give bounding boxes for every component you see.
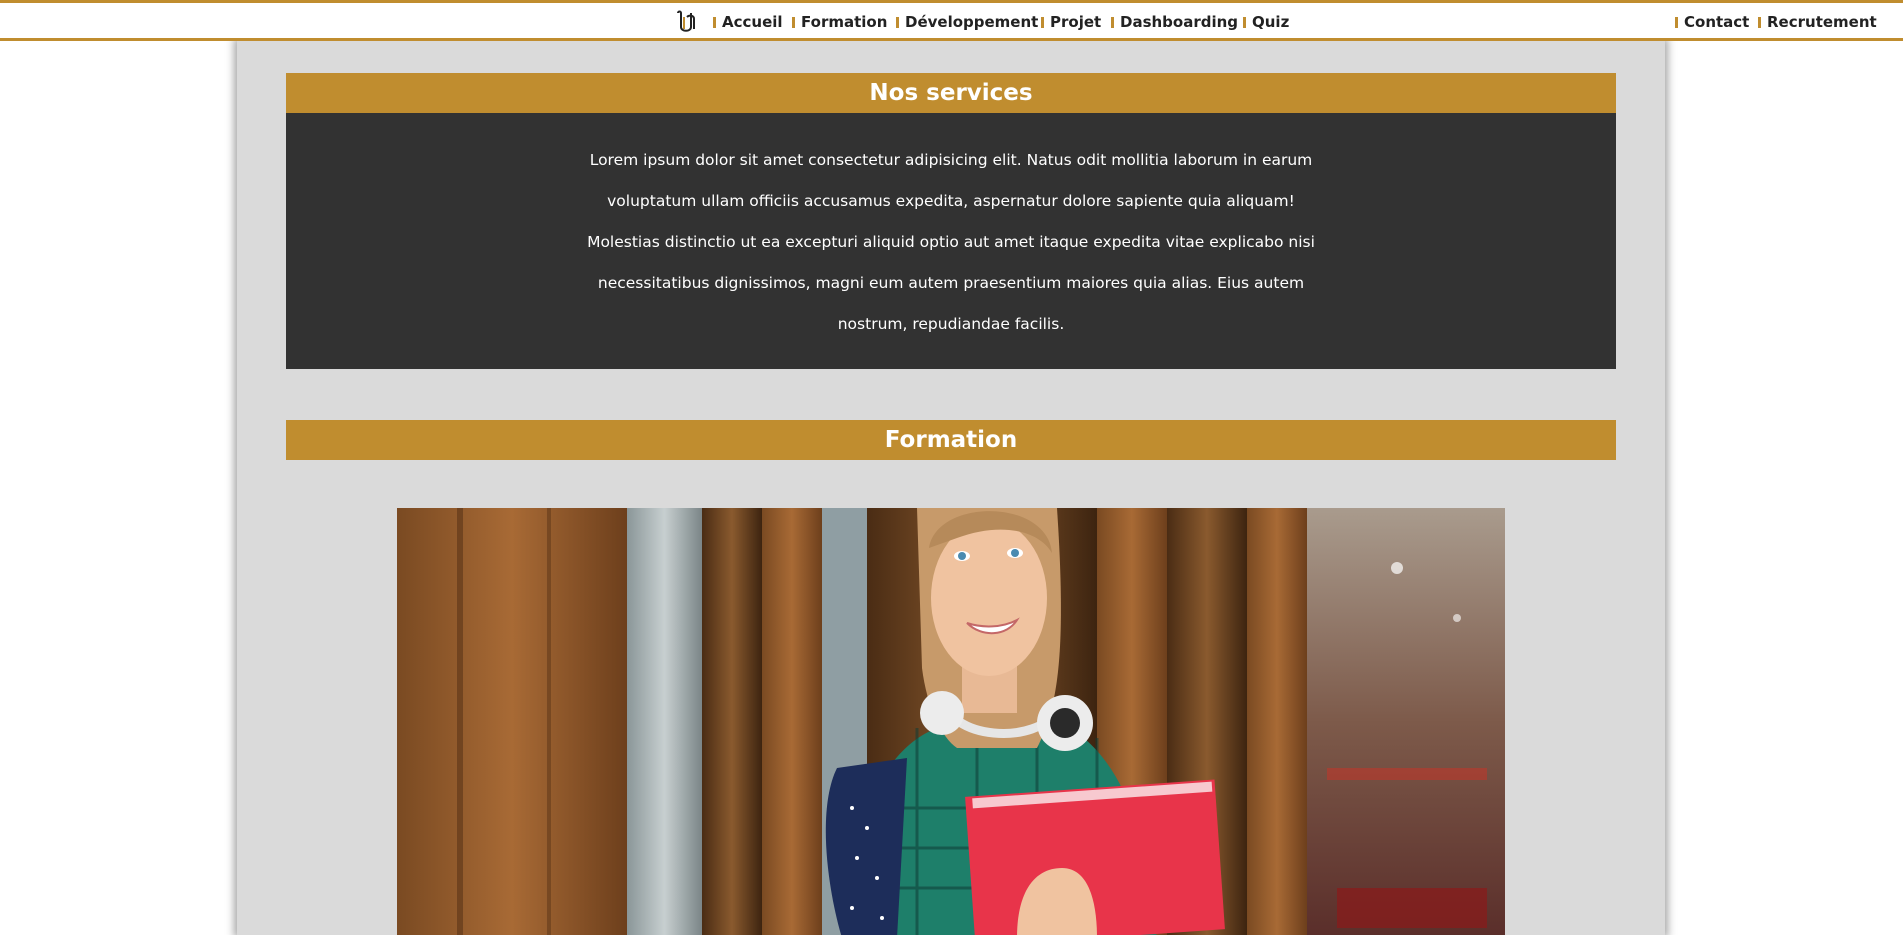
- nav-link-label: Formation: [801, 13, 888, 31]
- nav-link-formation[interactable]: Formation: [792, 12, 887, 32]
- top-navbar: Accueil Formation Développement Projet D…: [0, 0, 1903, 41]
- nav-link-accueil[interactable]: Accueil: [713, 12, 783, 32]
- formation-photo: [397, 508, 1505, 935]
- services-header: Nos services: [286, 73, 1616, 113]
- nav-link-label: Développement: [905, 13, 1039, 31]
- nav-link-label: Projet: [1050, 13, 1102, 31]
- nav-link-dashboarding[interactable]: Dashboarding: [1111, 12, 1238, 32]
- student-photo-illustration: [397, 508, 1505, 935]
- nav-separator: [1675, 16, 1678, 28]
- services-text: Lorem ipsum dolor sit amet consectetur a…: [587, 151, 1315, 333]
- nav-link-developpement[interactable]: Développement: [896, 12, 1038, 32]
- logo-icon[interactable]: [675, 9, 697, 35]
- nav-separator: [1041, 16, 1044, 28]
- nav-separator: [896, 16, 899, 28]
- services-panel: Lorem ipsum dolor sit amet consectetur a…: [286, 113, 1616, 369]
- nav-link-label: Recrutement: [1767, 13, 1877, 31]
- formation-header: Formation: [286, 420, 1616, 460]
- nav-separator: [713, 16, 716, 28]
- nav-link-label: Accueil: [722, 13, 783, 31]
- nav-separator: [792, 16, 795, 28]
- nav-link-label: Quiz: [1252, 13, 1290, 31]
- nav-link-projet[interactable]: Projet: [1041, 12, 1101, 32]
- nav-link-recrutement[interactable]: Recrutement: [1758, 12, 1877, 32]
- nav-separator: [1758, 16, 1761, 28]
- main-content: Nos services Lorem ipsum dolor sit amet …: [237, 41, 1665, 935]
- nav-link-label: Contact: [1684, 13, 1750, 31]
- nav-link-contact[interactable]: Contact: [1675, 12, 1749, 32]
- nav-link-quiz[interactable]: Quiz: [1243, 12, 1289, 32]
- nav-separator: [1111, 16, 1114, 28]
- nav-link-label: Dashboarding: [1120, 13, 1239, 31]
- nav-separator: [1243, 16, 1246, 28]
